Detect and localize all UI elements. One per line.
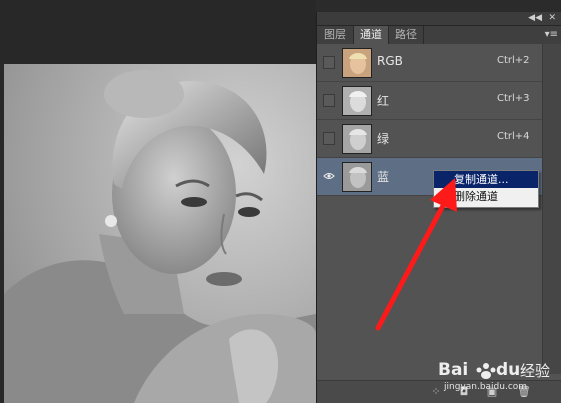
duplicate-channel-menu-item[interactable]: 复制通道... <box>434 171 538 188</box>
channel-thumbnail <box>342 48 372 78</box>
visibility-toggle[interactable] <box>323 56 335 69</box>
channel-shortcut: Ctrl+3 <box>497 93 530 104</box>
channel-thumbnail <box>342 86 372 116</box>
svg-text:Bai: Bai <box>438 360 468 380</box>
channel-name: 绿 <box>377 132 390 146</box>
double-chevron-left-icon[interactable]: ◀◀ <box>528 12 542 25</box>
visibility-toggle[interactable] <box>323 94 335 107</box>
channel-thumbnail <box>342 162 372 192</box>
panel-title-bar: ◀◀ ✕ <box>317 12 561 26</box>
tab-layers[interactable]: 图层 <box>317 26 354 44</box>
channel-shortcut: Ctrl+4 <box>497 131 530 142</box>
baidu-jingyan-watermark: Bai du 经验 jingyan.baidu.com <box>430 355 561 403</box>
svg-text:du: du <box>496 360 520 380</box>
delete-channel-menu-item[interactable]: 删除通道 <box>434 188 538 205</box>
channel-name: RGB <box>377 54 403 68</box>
tab-paths[interactable]: 路径 <box>389 26 424 44</box>
grayscale-portrait-image <box>4 64 316 403</box>
double-x-icon[interactable]: ✕ <box>548 12 556 25</box>
watermark-url: jingyan.baidu.com <box>444 382 528 392</box>
panel-scrollbar[interactable] <box>542 44 561 374</box>
panel-tabs: 图层 通道 路径 ▾≡ <box>317 26 561 45</box>
channel-row-rgb[interactable]: RGB Ctrl+2 <box>317 44 542 82</box>
tab-channels[interactable]: 通道 <box>354 26 389 44</box>
visibility-toggle[interactable] <box>323 132 335 145</box>
channel-row-green[interactable]: 绿 Ctrl+4 <box>317 120 542 158</box>
channel-context-menu: 复制通道... 删除通道 <box>433 170 539 208</box>
svg-text:经验: 经验 <box>520 362 550 380</box>
channel-name: 红 <box>377 94 390 108</box>
channel-name: 蓝 <box>377 170 390 184</box>
channel-shortcut: Ctrl+2 <box>497 55 530 66</box>
channel-row-red[interactable]: 红 Ctrl+3 <box>317 82 542 120</box>
channel-thumbnail <box>342 124 372 154</box>
eye-icon[interactable] <box>323 170 335 182</box>
document-canvas[interactable] <box>0 0 316 403</box>
panel-menu-icon[interactable]: ▾≡ <box>545 27 558 43</box>
